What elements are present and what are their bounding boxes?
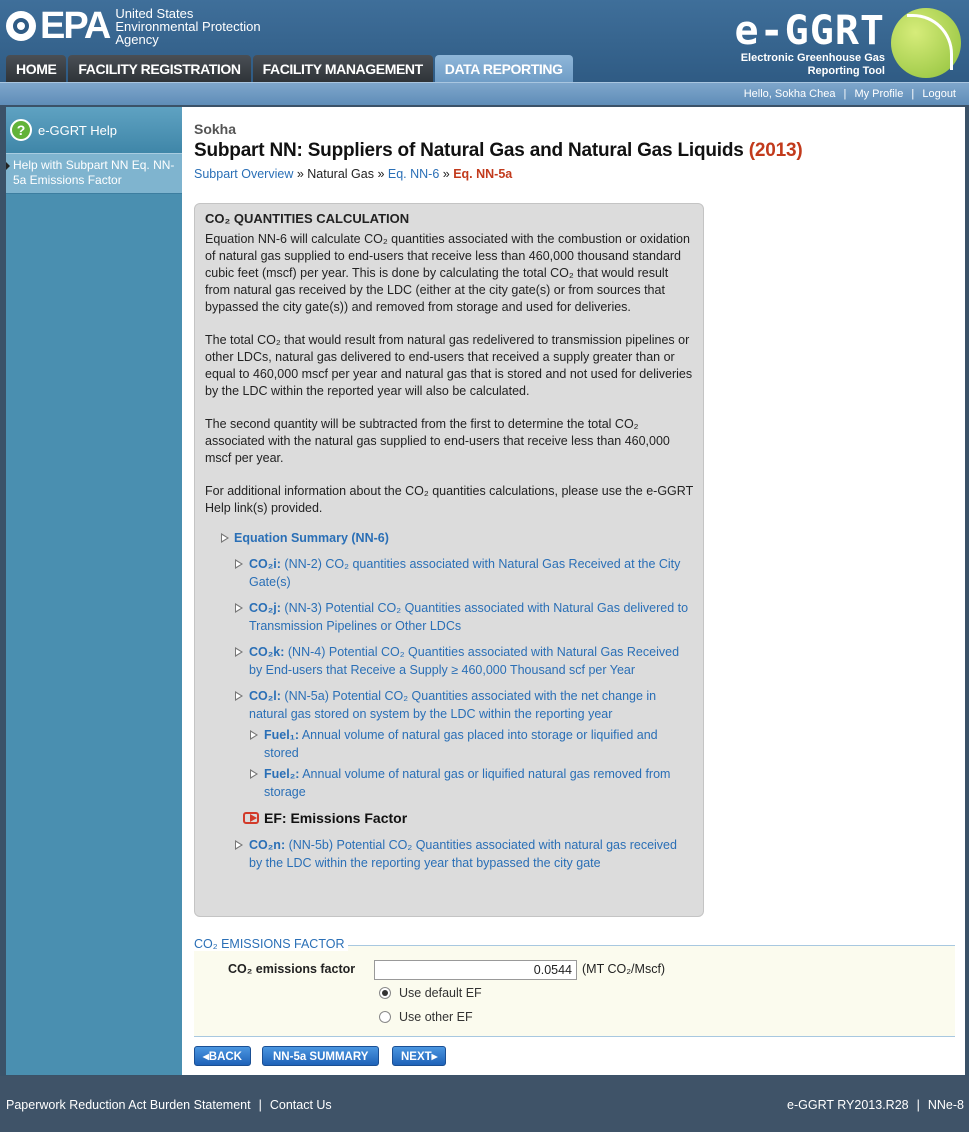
main-tabs: HOME FACILITY REGISTRATION FACILITY MANA… xyxy=(6,55,573,82)
emissions-factor-input[interactable]: 0.0544 xyxy=(374,960,577,980)
tree-item-fuel1[interactable]: Fuel₁: Annual volume of natural gas plac… xyxy=(205,726,693,762)
radio-other-ef[interactable]: Use other EF xyxy=(379,1010,473,1024)
version-text: e-GGRT RY2013.R28 xyxy=(787,1098,909,1112)
breadcrumb-subpart-overview[interactable]: Subpart Overview xyxy=(194,167,293,181)
breadcrumb: Subpart Overview » Natural Gas » Eq. NN-… xyxy=(194,167,512,181)
calc-paragraph: The total CO₂ that would result from nat… xyxy=(205,333,693,398)
ef-unit: (MT CO₂/Mscf) xyxy=(582,962,666,976)
expand-triangle-icon xyxy=(235,603,243,613)
emissions-factor-section: CO₂ EMISSIONS FACTOR CO₂ emissions facto… xyxy=(194,937,955,1037)
calc-paragraph: Equation NN-6 will calculate CO₂ quantit… xyxy=(205,232,690,314)
page-title: Subpart NN: Suppliers of Natural Gas and… xyxy=(194,140,803,161)
epa-logo-word: EPA xyxy=(40,5,111,47)
main-content: Sokha Subpart NN: Suppliers of Natural G… xyxy=(182,107,965,1075)
user-bar: Hello, Sokha Chea | My Profile | Logout xyxy=(0,82,969,105)
tab-data-reporting[interactable]: DATA REPORTING xyxy=(434,55,573,82)
egggrt-logo-subtitle: Electronic Greenhouse Gas Reporting Tool xyxy=(740,52,885,77)
radio-label: Use other EF xyxy=(399,1010,473,1024)
divider: | xyxy=(911,88,915,100)
calc-paragraph: For additional information about the CO₂… xyxy=(205,484,693,515)
tree-item-ef-current: EF: Emissions Factor xyxy=(205,809,693,827)
expand-triangle-icon xyxy=(235,840,243,850)
co2-calculation-panel: CO₂ QUANTITIES CALCULATION Equation NN-6… xyxy=(194,203,704,917)
breadcrumb-separator: » xyxy=(373,167,388,181)
divider: | xyxy=(843,88,847,100)
radio-unselected-icon[interactable] xyxy=(379,1011,391,1023)
site-header: EPA United States Environmental Protecti… xyxy=(0,0,969,82)
expand-triangle-icon xyxy=(235,559,243,569)
epa-seal-icon xyxy=(6,11,36,41)
tree-item-fuel2[interactable]: Fuel₂: Annual volume of natural gas or l… xyxy=(205,765,693,801)
footer-version: e-GGRT RY2013.R28 | NNe-8 xyxy=(787,1098,964,1112)
page-code: NNe-8 xyxy=(927,1098,964,1112)
footer-links: Paperwork Reduction Act Burden Statement… xyxy=(6,1098,332,1112)
help-icon: ? xyxy=(10,119,32,141)
nn5a-summary-button[interactable]: NN-5a SUMMARY xyxy=(262,1046,380,1066)
tree-item-co2i[interactable]: CO₂i: (NN-2) CO₂ quantities associated w… xyxy=(205,555,693,591)
section-legend: CO₂ EMISSIONS FACTOR xyxy=(194,937,349,951)
help-sidebar: ? e-GGRT Help Help with Subpart NN Eq. N… xyxy=(6,107,182,1075)
tab-home[interactable]: HOME xyxy=(6,55,67,82)
my-profile-link[interactable]: My Profile xyxy=(854,88,903,100)
organization-name: Sokha xyxy=(194,121,237,137)
sidebar-item-help-nn5a[interactable]: Help with Subpart NN Eq. NN-5a Emissions… xyxy=(6,153,182,194)
current-step-icon xyxy=(243,812,259,824)
tree-item-co2k[interactable]: CO₂k: (NN-4) Potential CO₂ Quantities as… xyxy=(205,643,693,679)
expand-triangle-icon xyxy=(250,730,258,740)
tree-item-co2n[interactable]: CO₂n: (NN-5b) Potential CO₂ Quantities a… xyxy=(205,836,693,872)
back-button[interactable]: ◂BACK xyxy=(194,1046,251,1066)
expand-triangle-icon xyxy=(250,769,258,779)
next-button[interactable]: NEXT▸ xyxy=(392,1046,447,1066)
equation-tree: Equation Summary (NN-6) CO₂i: (NN-2) CO₂… xyxy=(205,529,693,872)
breadcrumb-separator: » xyxy=(293,167,308,181)
divider: | xyxy=(916,1098,920,1112)
site-footer: Paperwork Reduction Act Burden Statement… xyxy=(0,1076,969,1132)
contact-us-link[interactable]: Contact Us xyxy=(270,1098,332,1112)
radio-default-ef[interactable]: Use default EF xyxy=(379,986,482,1000)
logout-link[interactable]: Logout xyxy=(922,88,956,100)
calc-paragraph: The second quantity will be subtracted f… xyxy=(205,417,670,465)
reporting-year: (2013) xyxy=(748,140,803,161)
calc-panel-title: CO₂ QUANTITIES CALCULATION xyxy=(205,211,410,226)
breadcrumb-eq-nn5a: Eq. NN-5a xyxy=(453,167,513,181)
breadcrumb-separator: » xyxy=(439,167,454,181)
expand-triangle-icon xyxy=(235,691,243,701)
paperwork-link[interactable]: Paperwork Reduction Act Burden Statement xyxy=(6,1098,251,1112)
breadcrumb-eq-nn6[interactable]: Eq. NN-6 xyxy=(388,167,439,181)
radio-selected-icon[interactable] xyxy=(379,987,391,999)
help-header[interactable]: ? e-GGRT Help xyxy=(6,107,182,153)
tree-item-co2l[interactable]: CO₂l: (NN-5a) Potential CO₂ Quantities a… xyxy=(205,687,693,723)
user-greeting: Hello, Sokha Chea xyxy=(743,88,836,100)
expand-triangle-icon xyxy=(235,647,243,657)
radio-label: Use default EF xyxy=(399,986,482,1000)
expand-triangle-icon xyxy=(221,533,229,543)
ef-label: CO₂ emissions factor xyxy=(228,962,356,976)
divider: | xyxy=(258,1098,262,1112)
epa-agency-name: United States Environmental Protection A… xyxy=(115,5,261,47)
tree-item-equation-summary[interactable]: Equation Summary (NN-6) xyxy=(205,529,693,547)
egggrt-logo-title: e-GGRT xyxy=(734,8,885,54)
breadcrumb-natural-gas: Natural Gas xyxy=(307,167,374,181)
epa-logo[interactable]: EPA United States Environmental Protecti… xyxy=(6,6,261,46)
egggrt-logo[interactable]: e-GGRT Electronic Greenhouse Gas Reporti… xyxy=(733,6,963,78)
help-title: e-GGRT Help xyxy=(38,122,117,138)
tab-facility-registration[interactable]: FACILITY REGISTRATION xyxy=(68,55,251,82)
tab-facility-management[interactable]: FACILITY MANAGEMENT xyxy=(252,55,433,82)
tree-item-co2j[interactable]: CO₂j: (NN-3) Potential CO₂ Quantities as… xyxy=(205,599,693,635)
